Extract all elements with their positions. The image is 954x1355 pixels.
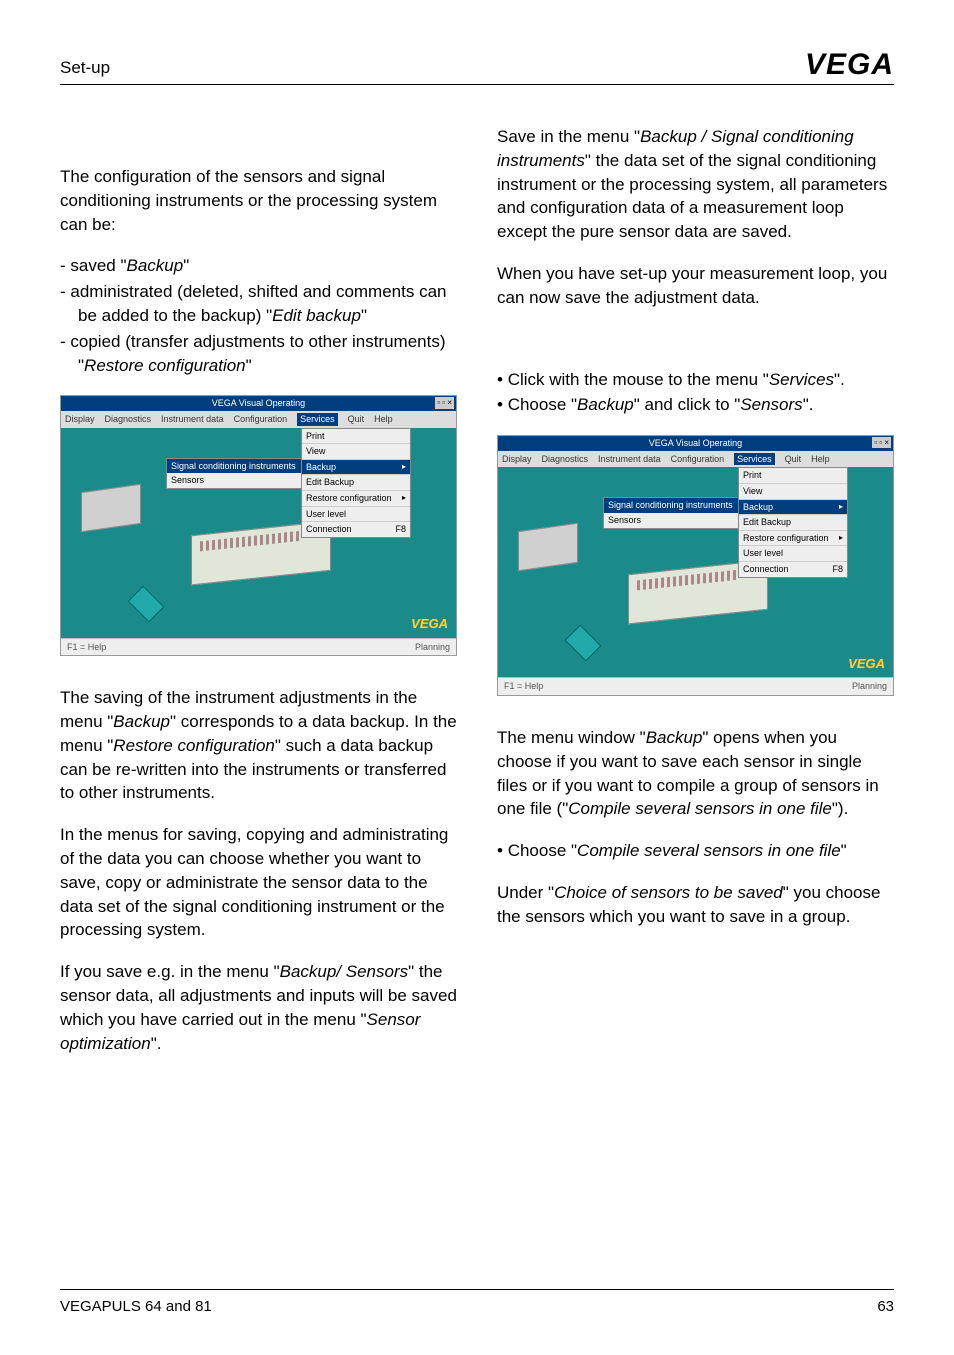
two-column-layout: The configuration of the sensors and sig… <box>60 125 894 1073</box>
right-bullets-2: Choose "Compile several sensors in one f… <box>497 839 894 863</box>
laptop-icon <box>518 523 578 571</box>
status-help: F1 = Help <box>504 680 543 693</box>
sub-signal-cond[interactable]: Signal conditioning instruments <box>167 459 305 474</box>
dd-restore[interactable]: Restore configuration <box>302 490 410 506</box>
menu-diagnostics[interactable]: Diagnostics <box>105 413 152 426</box>
dd-connection[interactable]: ConnectionF8 <box>739 561 847 577</box>
menu-display[interactable]: Display <box>502 453 532 466</box>
ss-statusbar: F1 = Help Planning <box>61 638 456 656</box>
left-column: The configuration of the sensors and sig… <box>60 125 457 1073</box>
menu-quit[interactable]: Quit <box>785 453 802 466</box>
dd-view[interactable]: View <box>302 443 410 459</box>
backup-submenu: Signal conditioning instruments Sensors <box>603 497 743 528</box>
sub-sensors[interactable]: Sensors <box>604 513 742 528</box>
ss-statusbar: F1 = Help Planning <box>498 677 893 695</box>
sensor-chip-icon <box>128 585 165 622</box>
page-footer: VEGAPULS 64 and 81 63 <box>60 1289 894 1317</box>
left-p4: If you save e.g. in the menu "Backup/ Se… <box>60 960 457 1055</box>
ss-vega-logo: VEGA <box>411 615 448 633</box>
dd-edit-backup[interactable]: Edit Backup <box>302 474 410 490</box>
menu-help[interactable]: Help <box>811 453 830 466</box>
menu-quit[interactable]: Quit <box>348 413 365 426</box>
header-title: Set-up <box>60 56 110 80</box>
list-item: copied (transfer adjustments to other in… <box>60 330 457 378</box>
menu-services[interactable]: Services <box>297 413 338 426</box>
status-mode: Planning <box>852 680 887 693</box>
services-dropdown: Print View Backup Edit Backup Restore co… <box>301 428 411 538</box>
ss-titlebar: VEGA Visual Operating ▫ ▫ × <box>498 436 893 451</box>
menu-instrument-data[interactable]: Instrument data <box>161 413 224 426</box>
menu-services[interactable]: Services <box>734 453 775 466</box>
left-p2: The saving of the instrument adjustments… <box>60 686 457 805</box>
dd-backup[interactable]: Backup <box>302 459 410 475</box>
dd-print[interactable]: Print <box>739 468 847 483</box>
window-buttons-icon: ▫ ▫ × <box>872 437 891 448</box>
list-item: Click with the mouse to the menu "Servic… <box>497 368 894 392</box>
page-header: Set-up VEGA <box>60 50 894 85</box>
left-intro: The configuration of the sensors and sig… <box>60 165 457 236</box>
menu-configuration[interactable]: Configuration <box>671 453 725 466</box>
dd-edit-backup[interactable]: Edit Backup <box>739 514 847 530</box>
sub-sensors[interactable]: Sensors <box>167 473 305 488</box>
screenshot-services-menu: VEGA Visual Operating ▫ ▫ × Display Diag… <box>60 395 457 656</box>
sub-signal-cond[interactable]: Signal conditioning instruments <box>604 498 742 513</box>
menu-instrument-data[interactable]: Instrument data <box>598 453 661 466</box>
left-p3: In the menus for saving, copying and adm… <box>60 823 457 942</box>
page-number: 63 <box>877 1296 894 1317</box>
list-item: Choose "Backup" and click to "Sensors". <box>497 393 894 417</box>
right-bullets-1: Click with the mouse to the menu "Servic… <box>497 368 894 418</box>
status-help: F1 = Help <box>67 641 106 654</box>
window-buttons-icon: ▫ ▫ × <box>435 397 454 408</box>
list-item: Choose "Compile several sensors in one f… <box>497 839 894 863</box>
backup-submenu: Signal conditioning instruments Sensors <box>166 458 306 489</box>
left-dash-list: saved "Backup" administrated (deleted, s… <box>60 254 457 377</box>
ss-menubar: Display Diagnostics Instrument data Conf… <box>61 411 456 428</box>
ss-menubar: Display Diagnostics Instrument data Conf… <box>498 451 893 468</box>
dd-user-level[interactable]: User level <box>739 545 847 561</box>
sensor-chip-icon <box>565 625 602 662</box>
ss-canvas: Print View Backup Edit Backup Restore co… <box>61 428 456 638</box>
right-column: Save in the menu "Backup / Signal condit… <box>497 125 894 1073</box>
screenshot-services-menu-2: VEGA Visual Operating ▫ ▫ × Display Diag… <box>497 435 894 696</box>
right-p4: Under "Choice of sensors to be saved" yo… <box>497 881 894 929</box>
services-dropdown: Print View Backup Edit Backup Restore co… <box>738 467 848 577</box>
dd-print[interactable]: Print <box>302 429 410 444</box>
dd-restore[interactable]: Restore configuration <box>739 530 847 546</box>
laptop-icon <box>81 483 141 531</box>
right-p2: When you have set-up your measurement lo… <box>497 262 894 310</box>
menu-display[interactable]: Display <box>65 413 95 426</box>
footer-model: VEGAPULS 64 and 81 <box>60 1296 212 1317</box>
dd-user-level[interactable]: User level <box>302 506 410 522</box>
ss-vega-logo: VEGA <box>848 655 885 673</box>
dd-backup[interactable]: Backup <box>739 499 847 515</box>
ss-canvas: Print View Backup Edit Backup Restore co… <box>498 467 893 677</box>
list-item: administrated (deleted, shifted and comm… <box>60 280 457 328</box>
vega-logo: VEGA <box>805 50 894 80</box>
right-p3: The menu window "Backup" opens when you … <box>497 726 894 821</box>
menu-help[interactable]: Help <box>374 413 393 426</box>
menu-configuration[interactable]: Configuration <box>234 413 288 426</box>
menu-diagnostics[interactable]: Diagnostics <box>542 453 589 466</box>
dd-connection[interactable]: ConnectionF8 <box>302 521 410 537</box>
dd-view[interactable]: View <box>739 483 847 499</box>
ss-titlebar: VEGA Visual Operating ▫ ▫ × <box>61 396 456 411</box>
right-p1: Save in the menu "Backup / Signal condit… <box>497 125 894 244</box>
status-mode: Planning <box>415 641 450 654</box>
list-item: saved "Backup" <box>60 254 457 278</box>
